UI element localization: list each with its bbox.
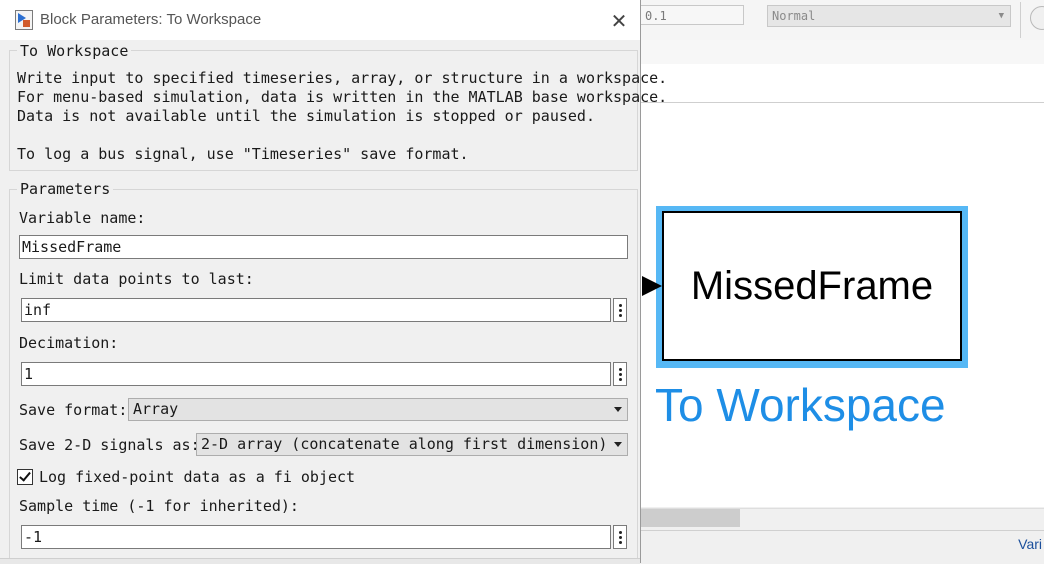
dialog-titlebar[interactable]: Block Parameters: To Workspace ✕	[0, 0, 640, 40]
decimation-input[interactable]: 1	[21, 362, 611, 386]
parameters-legend: Parameters	[17, 180, 114, 198]
limit-points-label: Limit data points to last:	[19, 270, 254, 288]
simulink-app-icon	[15, 10, 33, 30]
dialog-title: Block Parameters: To Workspace	[40, 11, 262, 28]
sample-time-label: Sample time (-1 for inherited):	[19, 497, 299, 515]
simulation-mode-dropdown[interactable]: Normal ▼	[767, 5, 1011, 27]
simulation-mode-value: Normal	[772, 9, 816, 23]
chevron-down-icon: ▼	[998, 11, 1004, 21]
limit-points-more-icon[interactable]	[613, 298, 627, 322]
chevron-down-icon	[614, 442, 622, 447]
block-parameters-dialog: Block Parameters: To Workspace ✕ To Work…	[0, 0, 667, 564]
save-2d-value: 2-D array (concatenate along first dimen…	[201, 435, 608, 453]
block-description-legend: To Workspace	[17, 42, 132, 60]
sample-time-more-icon[interactable]	[613, 525, 627, 549]
block-input-port[interactable]	[642, 276, 662, 296]
decimation-label: Decimation:	[19, 334, 119, 352]
dialog-bottom-edge	[0, 558, 640, 564]
log-fixed-point-label[interactable]: Log fixed-point data as a fi object	[39, 468, 355, 486]
save-2d-dropdown[interactable]: 2-D array (concatenate along first dimen…	[196, 433, 628, 456]
scrollbar-thumb[interactable]	[640, 509, 740, 527]
to-workspace-block[interactable]: MissedFrame	[662, 211, 962, 361]
block-description-text: Write input to specified timeseries, arr…	[17, 69, 668, 163]
sample-time-input[interactable]: -1	[21, 525, 611, 549]
save-format-dropdown[interactable]: Array	[128, 398, 628, 421]
address-bar	[640, 64, 1044, 103]
save-2d-label: Save 2-D signals as:	[19, 436, 200, 454]
variable-name-label: Variable name:	[19, 209, 146, 227]
close-button[interactable]: ✕	[605, 8, 633, 34]
chevron-down-icon	[614, 407, 622, 412]
decimation-more-icon[interactable]	[613, 362, 627, 386]
log-fixed-point-checkbox[interactable]	[17, 469, 33, 485]
save-format-label: Save format:	[19, 401, 128, 419]
stop-time-field[interactable]: 0.1	[640, 5, 744, 25]
save-format-value: Array	[133, 400, 179, 418]
block-name-label[interactable]: To Workspace	[655, 378, 946, 432]
variable-name-input[interactable]: MissedFrame	[19, 235, 628, 259]
status-variable-text: Vari	[1018, 536, 1042, 552]
limit-points-input[interactable]: inf	[21, 298, 611, 322]
toolbar-divider	[1020, 2, 1021, 38]
